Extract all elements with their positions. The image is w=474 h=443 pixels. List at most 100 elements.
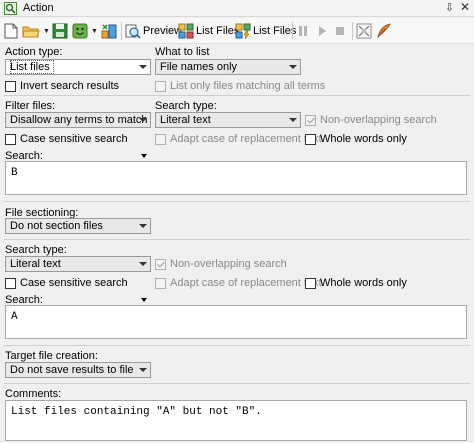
- chevron-down-icon: [289, 65, 297, 69]
- whole-words-checkbox[interactable]: Whole words only: [305, 277, 407, 289]
- adapt-case-checkbox[interactable]: Adapt case of replacement text: [155, 277, 322, 289]
- checkbox-box[interactable]: [5, 80, 16, 92]
- filter-search-textarea[interactable]: B: [5, 161, 467, 195]
- checkbox-box[interactable]: [155, 277, 166, 289]
- feather-icon: [377, 23, 391, 39]
- chevron-down-icon: [139, 368, 147, 372]
- invert-search-checkbox[interactable]: Invert search results: [5, 80, 119, 92]
- filter-case-sensitive-checkbox[interactable]: Case sensitive search: [5, 133, 128, 145]
- target-file-label: Target file creation:: [5, 350, 98, 362]
- checkbox-box[interactable]: [305, 133, 316, 145]
- search-type-label: Search type:: [5, 244, 67, 256]
- filter-search-type-select[interactable]: Literal text: [155, 112, 301, 128]
- non-overlapping-checkbox[interactable]: Non-overlapping search: [155, 258, 287, 270]
- checkbox-box[interactable]: [155, 80, 166, 92]
- filter-search-type-value: Literal text: [160, 114, 211, 126]
- what-to-list-select[interactable]: File names only: [155, 59, 301, 75]
- checkbox-box[interactable]: [155, 133, 166, 145]
- filter-files-value: Disallow any terms to match: [10, 114, 148, 126]
- target-file-select[interactable]: Do not save results to file: [5, 362, 151, 378]
- comments-textarea[interactable]: List files containing "A" but not "B".: [5, 400, 467, 441]
- folder-icon: [22, 26, 40, 38]
- non-overlapping-label: Non-overlapping search: [170, 258, 287, 270]
- list-files-quick-label: List Files: [253, 25, 297, 37]
- checkbox-box[interactable]: [5, 277, 16, 289]
- list-only-matching-label: List only files matching all terms: [170, 80, 326, 92]
- list-only-matching-checkbox[interactable]: List only files matching all terms: [155, 80, 325, 92]
- checkbox-box[interactable]: [5, 133, 16, 145]
- chevron-down-icon: [139, 224, 147, 228]
- smiley-icon: [72, 23, 88, 39]
- stop-button[interactable]: [333, 21, 347, 41]
- preview-button[interactable]: Preview: [125, 21, 182, 41]
- search-history-dropdown-icon[interactable]: [141, 298, 147, 302]
- options-button[interactable]: [356, 21, 372, 41]
- checkbox-box[interactable]: [155, 258, 166, 270]
- title-bar: Action ⇩ ✕: [0, 0, 474, 17]
- open-button[interactable]: ▼: [22, 21, 50, 41]
- action-type-value: List files: [10, 60, 54, 74]
- library-button[interactable]: [101, 21, 117, 41]
- save-button[interactable]: [52, 21, 68, 41]
- filter-non-overlapping-checkbox[interactable]: Non-overlapping search: [305, 114, 437, 126]
- toolbar: ▼ ▼ Preview List Files List Files: [0, 18, 474, 44]
- comments-text: List files containing "A" but not "B".: [11, 406, 262, 418]
- list-files-quick-icon: [235, 23, 251, 39]
- chevron-down-icon: [139, 262, 147, 266]
- case-sensitive-checkbox[interactable]: Case sensitive search: [5, 277, 128, 289]
- new-file-icon: [4, 23, 18, 39]
- new-button[interactable]: [4, 21, 18, 41]
- action-type-label: Action type:: [5, 46, 63, 58]
- filter-non-overlapping-label: Non-overlapping search: [320, 114, 437, 126]
- play-button[interactable]: [315, 21, 329, 41]
- library-icon: [101, 24, 117, 39]
- pin-icon[interactable]: ⇩: [445, 1, 454, 14]
- what-to-list-label: What to list: [155, 46, 210, 58]
- checkbox-box[interactable]: [305, 277, 316, 289]
- action-icon: [4, 2, 17, 15]
- edit-button[interactable]: [376, 21, 392, 41]
- list-files-quick-button[interactable]: List Files: [235, 21, 296, 41]
- close-icon[interactable]: ✕: [460, 0, 470, 14]
- search-type-select[interactable]: Literal text: [5, 256, 151, 272]
- chevron-down-icon[interactable]: ▼: [43, 28, 50, 35]
- chevron-down-icon[interactable]: ▼: [91, 28, 98, 35]
- list-files-button[interactable]: List Files: [178, 21, 239, 41]
- favorites-button[interactable]: ▼: [72, 21, 98, 41]
- chevron-down-icon: [139, 65, 147, 69]
- stop-icon: [336, 27, 344, 35]
- search-type-value: Literal text: [10, 258, 61, 270]
- filter-whole-words-label: Whole words only: [320, 133, 407, 145]
- file-sectioning-value: Do not section files: [10, 220, 103, 232]
- filter-search-type-label: Search type:: [155, 100, 217, 112]
- checkbox-box[interactable]: [305, 114, 316, 126]
- pause-button[interactable]: [296, 21, 310, 41]
- action-type-select[interactable]: List files: [5, 59, 151, 75]
- chevron-down-icon: [289, 118, 297, 122]
- list-files-icon: [178, 23, 194, 39]
- list-files-label: List Files: [196, 25, 240, 37]
- pause-icon: [299, 26, 307, 36]
- filter-search-text: B: [11, 167, 18, 179]
- preview-icon: [125, 24, 141, 39]
- filter-files-label: Filter files:: [5, 100, 56, 112]
- search-textarea[interactable]: A: [5, 305, 467, 339]
- target-file-value: Do not save results to file: [10, 364, 134, 376]
- invert-search-label: Invert search results: [20, 80, 120, 92]
- play-icon: [319, 26, 326, 36]
- what-to-list-value: File names only: [160, 61, 238, 73]
- whole-words-label: Whole words only: [320, 277, 407, 289]
- save-icon: [52, 23, 68, 39]
- adapt-case-label: Adapt case of replacement text: [170, 277, 322, 289]
- search-history-dropdown-icon[interactable]: [141, 154, 147, 158]
- grid-tool-icon: [356, 23, 372, 39]
- file-sectioning-select[interactable]: Do not section files: [5, 218, 151, 234]
- chevron-down-icon: [139, 118, 147, 122]
- case-sensitive-label: Case sensitive search: [20, 277, 128, 289]
- filter-case-sensitive-label: Case sensitive search: [20, 133, 128, 145]
- preview-label: Preview: [143, 25, 183, 37]
- action-panel: Action type: List files What to list Fil…: [0, 44, 474, 443]
- filter-files-select[interactable]: Disallow any terms to match: [5, 112, 151, 128]
- filter-adapt-case-checkbox[interactable]: Adapt case of replacement text: [155, 133, 322, 145]
- filter-whole-words-checkbox[interactable]: Whole words only: [305, 133, 407, 145]
